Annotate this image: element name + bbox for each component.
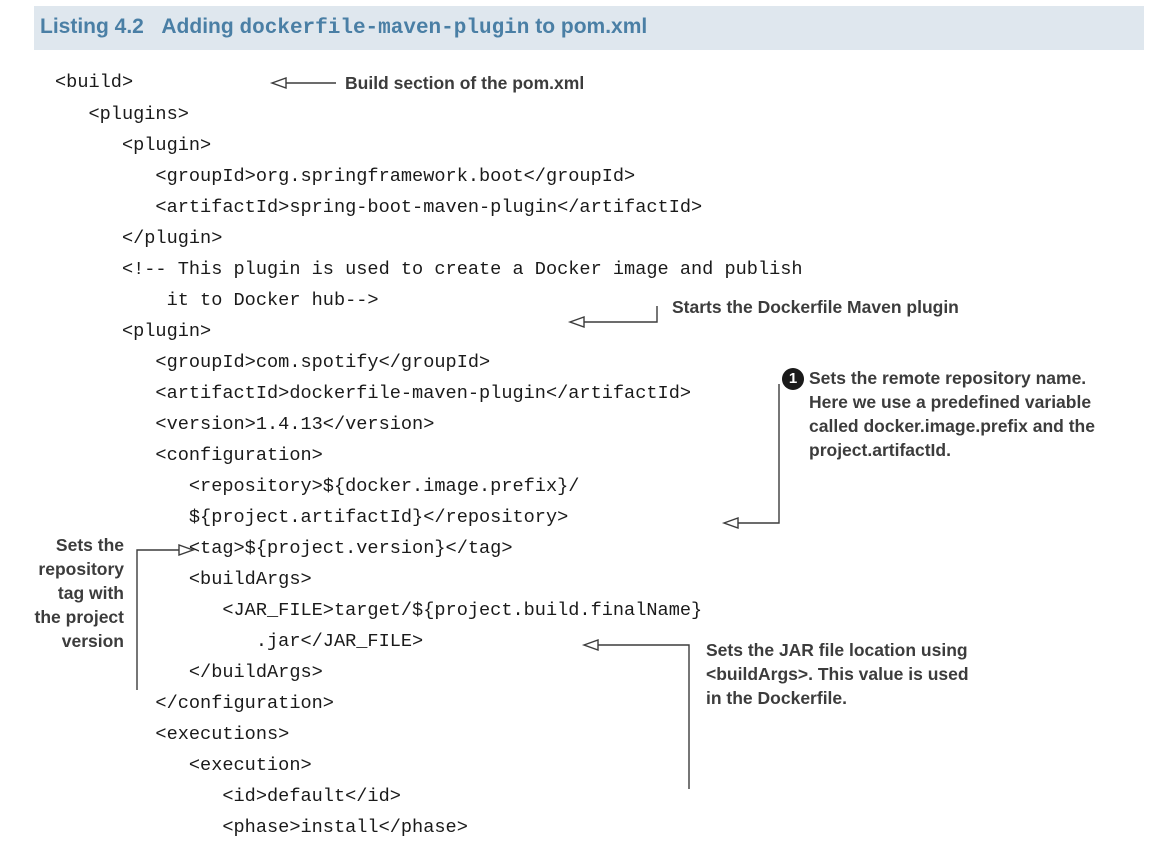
annotation-line: project.artifactId. xyxy=(809,440,951,460)
annotation-line: Sets the remote repository name. xyxy=(809,368,1087,388)
build-section-arrowhead xyxy=(269,77,287,89)
jar-location-leader xyxy=(598,644,690,789)
annotation-line: <buildArgs>. This value is used xyxy=(706,664,969,684)
annotation-line: the project xyxy=(34,607,124,627)
annotation-starts-plugin: Starts the Dockerfile Maven plugin xyxy=(672,297,959,317)
repository-name-leader xyxy=(738,384,780,524)
repository-tag-leader xyxy=(136,549,179,690)
annotation-line: in the Dockerfile. xyxy=(706,688,848,708)
repository-name-arrowhead xyxy=(721,517,739,529)
repository-tag-arrowhead xyxy=(178,544,196,556)
starts-plugin-leader xyxy=(584,306,658,323)
code-line: <phase>install</phase> xyxy=(55,817,468,838)
annotation-line: version xyxy=(61,631,124,651)
annotation-line: Sets the xyxy=(55,535,124,555)
annotation-line: called docker.image.prefix and the xyxy=(809,416,1095,436)
starts-plugin-arrowhead xyxy=(567,316,585,328)
annotation-build-section: Build section of the pom.xml xyxy=(345,73,585,93)
annotation-line: Sets the JAR file location using xyxy=(706,640,968,660)
annotation-line: Here we use a predefined variable xyxy=(809,392,1092,412)
annotation-line: tag with xyxy=(57,583,124,603)
callout-number-1: 1 xyxy=(782,368,804,390)
annotation-line: repository xyxy=(38,559,124,579)
jar-location-arrowhead xyxy=(581,639,599,651)
